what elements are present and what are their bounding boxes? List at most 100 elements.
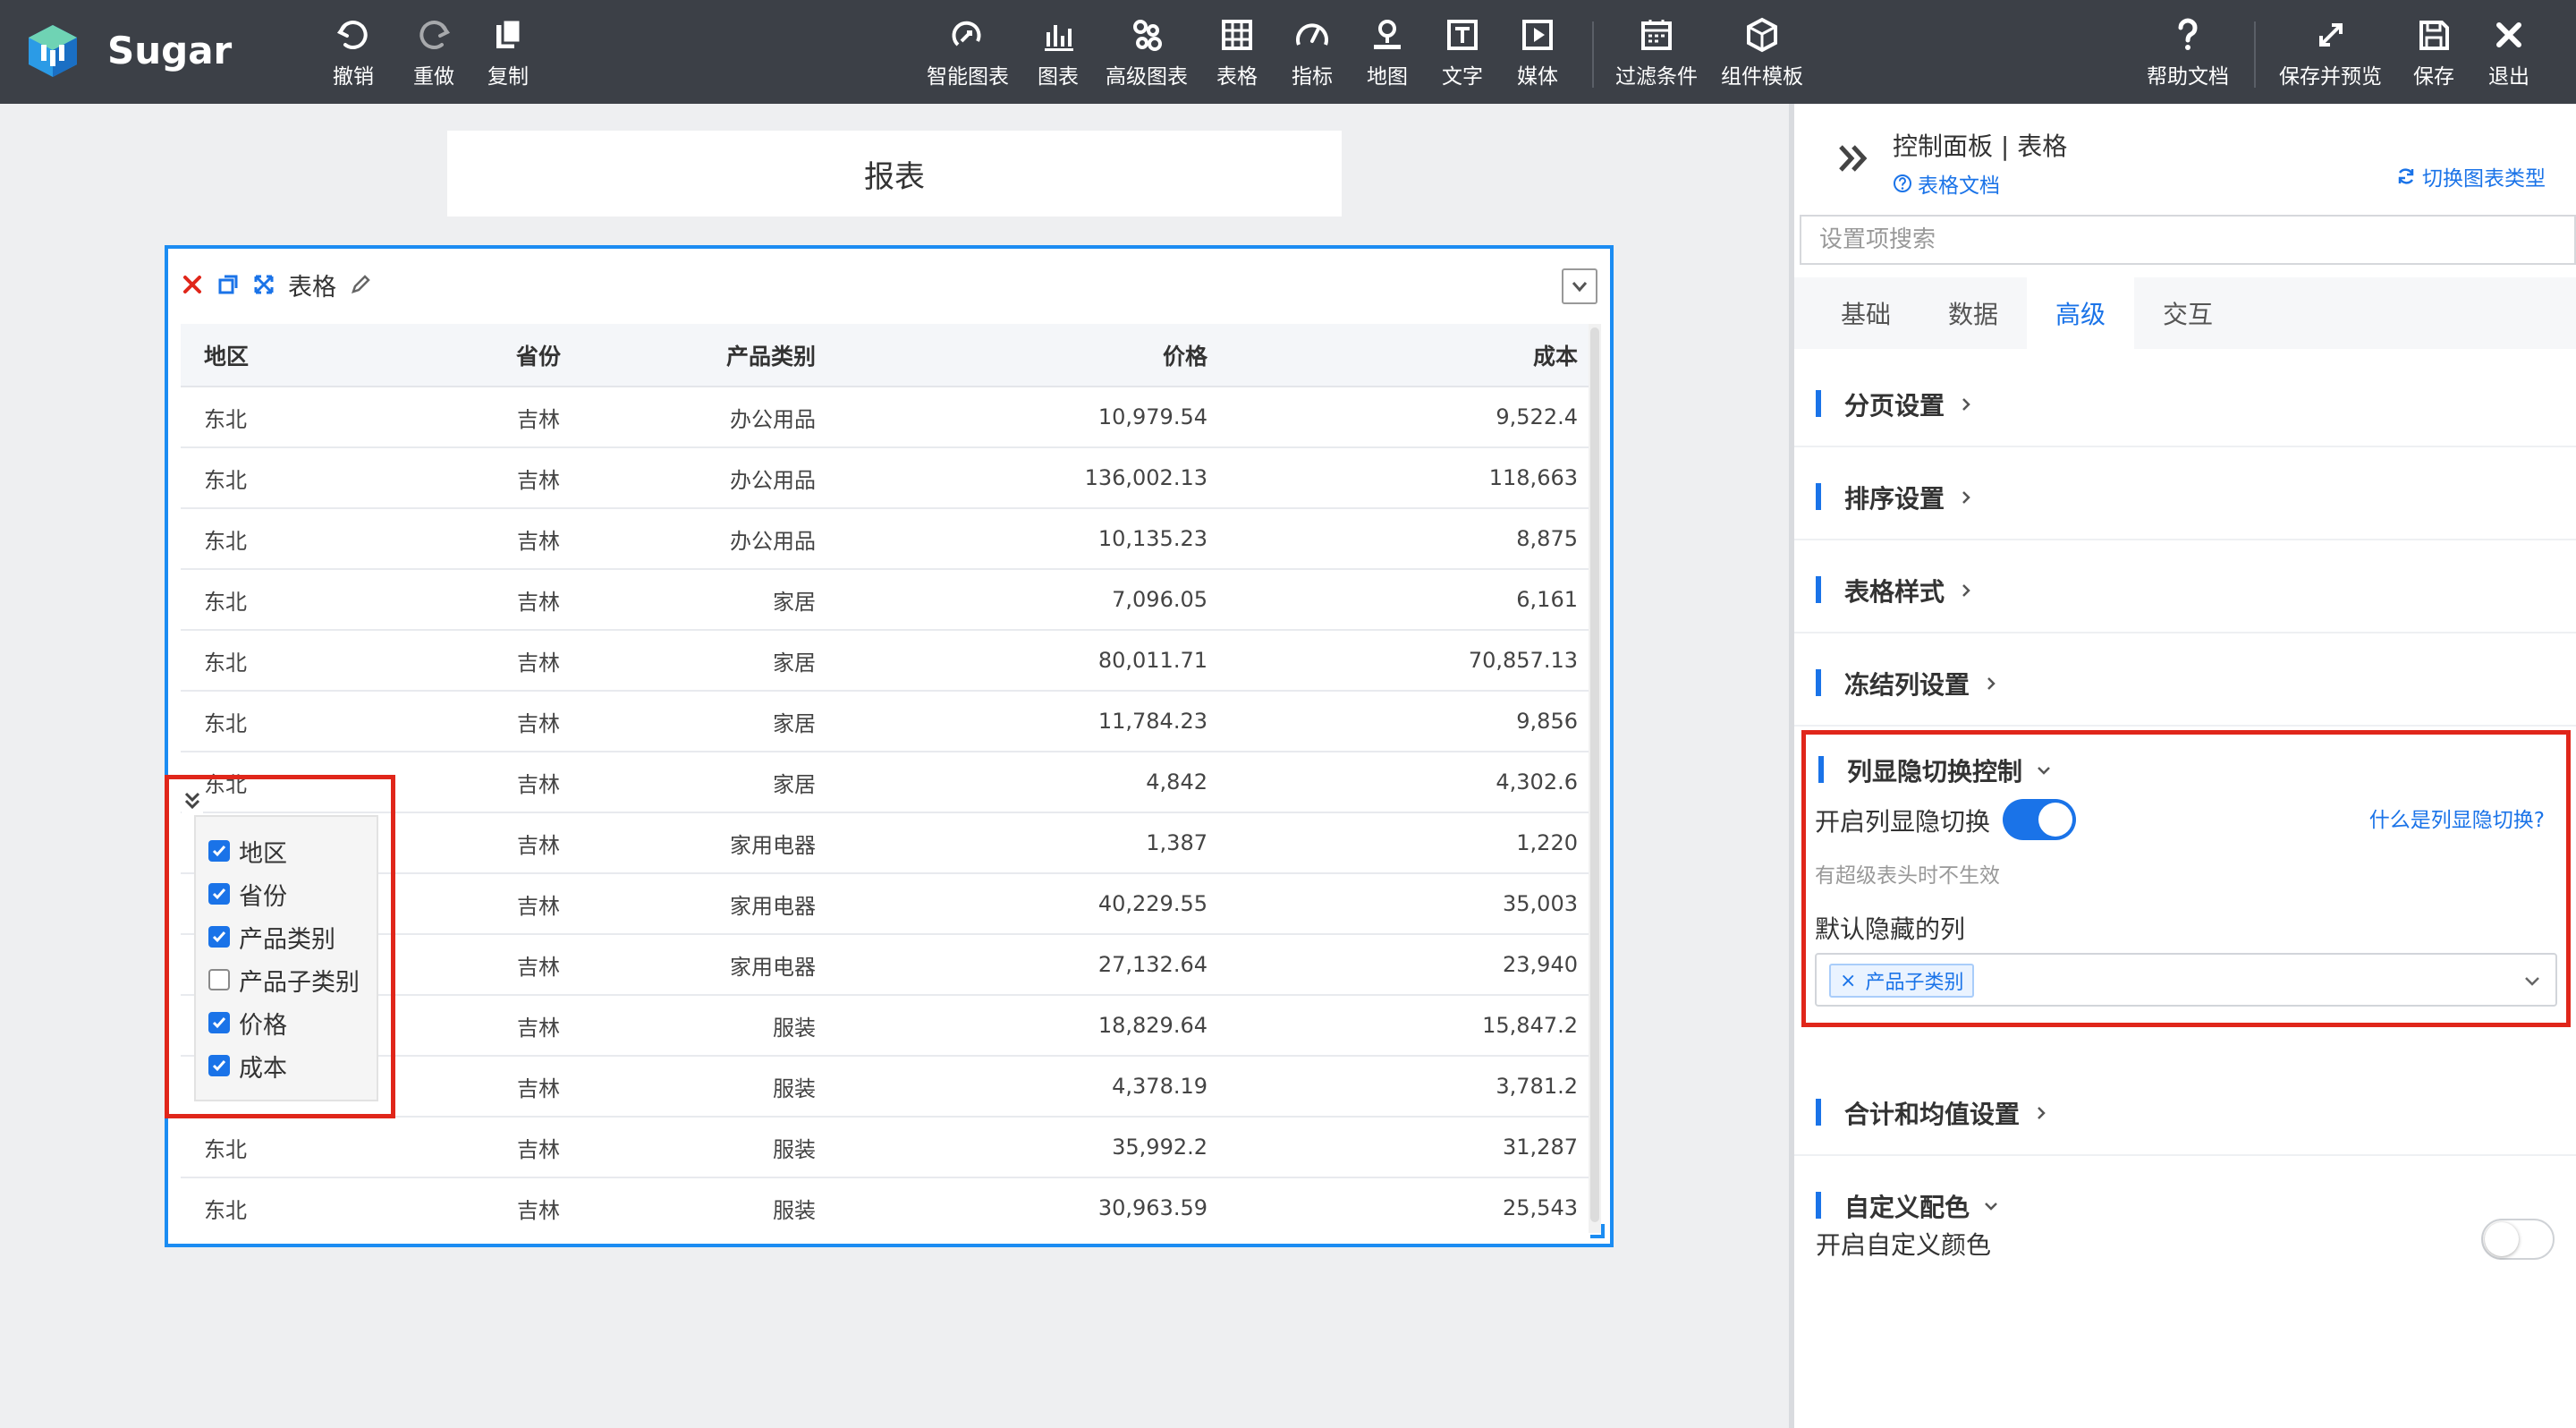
table-cell: 4,302.6	[1216, 752, 1601, 813]
checkbox-checked[interactable]	[208, 1012, 230, 1033]
checkbox-unchecked[interactable]	[208, 969, 230, 990]
section-marker	[1816, 390, 1821, 417]
copy-label: 复制	[487, 65, 529, 89]
custom-color-toggle[interactable]	[2481, 1219, 2555, 1260]
duplicate-icon[interactable]	[216, 273, 240, 296]
table-cell: 80,011.71	[825, 630, 1216, 692]
table-row[interactable]: 东北 吉林 家居 80,011.71 70,857.13	[181, 630, 1601, 692]
table-label: 表格	[1216, 65, 1258, 89]
table-cell: 吉林	[485, 1056, 592, 1118]
double-chevron-right-icon[interactable]	[1834, 138, 1875, 179]
tag-remove-button[interactable]: ×	[1840, 970, 1856, 992]
table-cell: 40,229.55	[825, 873, 1216, 935]
table-row[interactable]: 东北 吉林 办公用品 136,002.13 118,663	[181, 447, 1601, 509]
table-doc-link[interactable]: 表格文档	[1893, 168, 2000, 199]
table-cell: 东北	[181, 447, 485, 509]
column-toggle-item[interactable]: 省份	[196, 872, 377, 915]
table-cell: 东北	[181, 1177, 485, 1233]
media-button[interactable]: 媒体	[1517, 14, 1558, 91]
table-row[interactable]: 东北 吉林 办公用品 10,979.54 9,522.4	[181, 387, 1601, 448]
column-header[interactable]: 省份	[485, 324, 592, 387]
colvis-help-link[interactable]: 什么是列显隐切换?	[2369, 803, 2545, 833]
widget-header: 表格	[181, 267, 372, 302]
column-toggle-trigger[interactable]	[182, 788, 203, 813]
section-colvis-header[interactable]: 列显隐切换控制	[1847, 752, 2053, 788]
checkbox-checked[interactable]	[208, 926, 230, 948]
default-hidden-columns-select[interactable]: × 产品子类别	[1815, 953, 2557, 1007]
column-toggle-item[interactable]: 价格	[196, 1001, 377, 1044]
table-row[interactable]: 东北 吉林 办公用品 10,135.23 8,875	[181, 508, 1601, 570]
checkbox-checked[interactable]	[208, 883, 230, 905]
advanced-chart-button[interactable]: 高级图表	[1106, 14, 1188, 91]
resize-handle[interactable]	[1590, 1224, 1605, 1238]
section-table-style[interactable]: 表格样式	[1794, 540, 2576, 633]
component-template-button[interactable]: 组件模板	[1721, 14, 1803, 91]
delete-icon[interactable]	[181, 273, 204, 296]
table-cell: 吉林	[485, 752, 592, 813]
table-row[interactable]: 东北 吉林 服装 30,963.59 25,543	[181, 1177, 1601, 1233]
tab-data[interactable]: 数据	[1919, 277, 2027, 349]
copy-button[interactable]: 复制	[487, 14, 529, 91]
expand-icon	[2318, 23, 2343, 47]
table-row[interactable]: 东北 吉林 家居 11,784.23 9,856	[181, 691, 1601, 752]
section-custom-color-label: 自定义配色	[1844, 1193, 1970, 1222]
edit-pencil-icon[interactable]	[349, 273, 372, 296]
section-freeze-columns[interactable]: 冻结列设置	[1794, 633, 2576, 727]
section-marker	[1816, 1099, 1821, 1126]
tab-basic[interactable]: 基础	[1812, 277, 1919, 349]
table-cell: 70,857.13	[1216, 630, 1601, 692]
checkbox-checked[interactable]	[208, 840, 230, 862]
column-header[interactable]: 产品类别	[592, 324, 825, 387]
table-cell: 东北	[181, 569, 485, 631]
report-title-card[interactable]: 报表	[447, 131, 1342, 217]
fullscreen-icon[interactable]	[252, 273, 275, 296]
widget-menu-button[interactable]	[1562, 268, 1597, 304]
table-cell: 办公用品	[592, 387, 825, 448]
column-header[interactable]: 成本	[1216, 324, 1601, 387]
switch-chart-type-link[interactable]: 切换图表类型	[2395, 161, 2546, 191]
chart-button[interactable]: 图表	[1038, 14, 1079, 91]
text-button[interactable]: 文字	[1442, 14, 1483, 91]
table-row[interactable]: 东北 吉林 服装 35,992.2 31,287	[181, 1117, 1601, 1178]
column-toggle-item[interactable]: 地区	[196, 829, 377, 872]
column-header[interactable]: 价格	[825, 324, 1216, 387]
section-totals[interactable]: 合计和均值设置	[1794, 1063, 2576, 1156]
scrollbar-thumb[interactable]	[1590, 327, 1599, 1222]
table-row[interactable]: 东北 吉林 家居 7,096.05 6,161	[181, 569, 1601, 631]
tab-interaction[interactable]: 交互	[2134, 277, 2241, 349]
column-toggle-label: 产品子类别	[239, 968, 360, 997]
section-paging[interactable]: 分页设置	[1794, 354, 2576, 447]
floppy-disk-icon	[2419, 21, 2449, 50]
undo-button[interactable]: 撤销	[333, 14, 374, 91]
table-scrollbar[interactable]	[1589, 324, 1601, 1233]
hidden-column-tag-label: 产品子类别	[1865, 972, 1964, 994]
settings-search-input[interactable]	[1800, 215, 2576, 265]
chevron-down-icon	[1572, 282, 1588, 293]
checkbox-checked[interactable]	[208, 1055, 230, 1076]
table-cell: 东北	[181, 691, 485, 752]
colvis-toggle[interactable]	[2003, 799, 2076, 840]
help-doc-button[interactable]: 帮助文档	[2147, 14, 2229, 91]
table-button[interactable]: 表格	[1216, 14, 1258, 91]
colvis-toggle-label: 开启列显隐切换	[1815, 807, 1991, 837]
metric-button[interactable]: 指标	[1292, 14, 1333, 91]
section-sorting[interactable]: 排序设置	[1794, 447, 2576, 540]
column-toggle-item[interactable]: 成本	[196, 1044, 377, 1087]
column-header[interactable]: 地区	[181, 324, 485, 387]
table-cell: 35,003	[1216, 873, 1601, 935]
save-button[interactable]: 保存	[2413, 14, 2454, 91]
column-toggle-item[interactable]: 产品类别	[196, 915, 377, 958]
map-button[interactable]: 地图	[1367, 14, 1408, 91]
exit-button[interactable]: 退出	[2488, 14, 2529, 91]
smart-chart-button[interactable]: 智能图表	[927, 14, 1009, 91]
save-preview-button[interactable]: 保存并预览	[2279, 14, 2382, 91]
redo-button[interactable]: 重做	[413, 14, 454, 91]
save-label: 保存	[2413, 65, 2454, 89]
chart-label: 图表	[1038, 65, 1079, 89]
filter-button[interactable]: 过滤条件	[1615, 14, 1698, 91]
redo-icon	[419, 21, 451, 49]
table-cell: 家居	[592, 630, 825, 692]
table-cell: 吉林	[485, 1177, 592, 1233]
tab-advanced[interactable]: 高级	[2027, 277, 2134, 349]
column-toggle-item[interactable]: 产品子类别	[196, 958, 377, 1001]
